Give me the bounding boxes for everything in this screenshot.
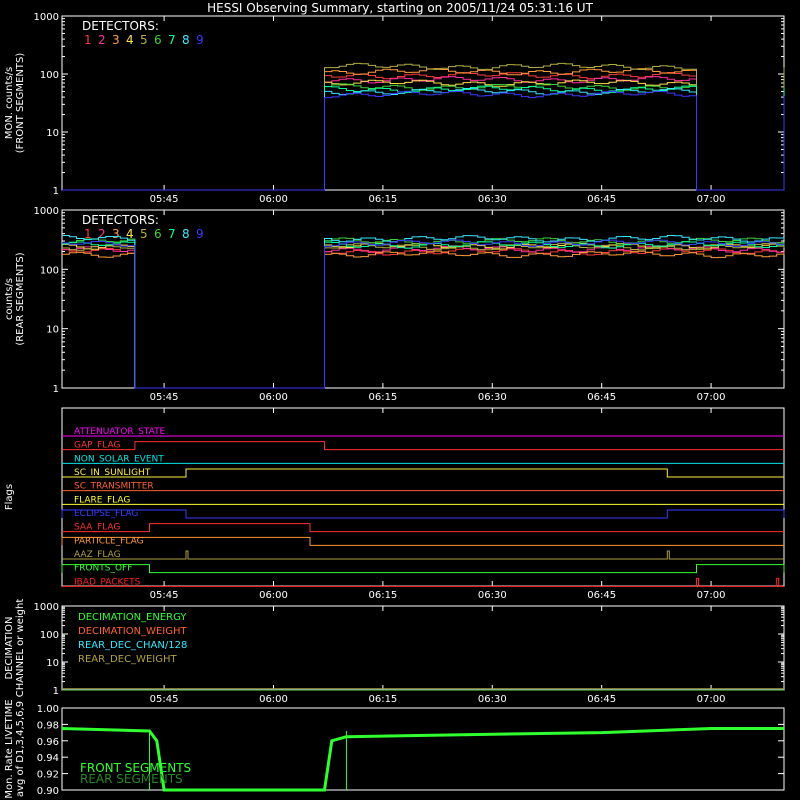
rear-rates-ytick-label-1: 10	[46, 325, 59, 336]
front-rates-legend-label-6: 6	[154, 33, 162, 47]
flags-xtick-label-3: 06:30	[478, 590, 507, 601]
front-rates-legend-label-5: 5	[140, 33, 148, 47]
rear-rates-legend-label-2: 2	[98, 227, 106, 241]
flags-xtick-label-4: 06:45	[587, 590, 616, 601]
flags-flag-4-label: SC_TRANSMITTER	[74, 482, 154, 492]
flags-ylabel-0: Flags	[4, 484, 15, 510]
rear-rates-xtick-label-3: 06:30	[478, 392, 507, 403]
rear-rates-xtick-label-2: 06:15	[368, 392, 397, 403]
rear-rates-legend-label-9: 9	[196, 227, 204, 241]
rear-rates-xtick-label-4: 06:45	[587, 392, 616, 403]
livetime-ylabel-0: Mon. Rate LIVETIME	[4, 699, 15, 798]
decimation-xtick-label-4: 06:45	[587, 694, 616, 705]
front-rates-xtick-label-2: 06:15	[368, 194, 397, 205]
front-rates-legend-label-4: 4	[126, 33, 134, 47]
decimation-xtick-label-2: 06:15	[368, 694, 397, 705]
front-rates-xtick-label-4: 06:45	[587, 194, 616, 205]
front-rates-legend-label-9: 9	[196, 33, 204, 47]
plot-title: HESSI Observing Summary, starting on 200…	[207, 1, 593, 15]
decimation-ytick-label-2: 100	[40, 630, 59, 641]
decimation-xtick-label-0: 05:45	[150, 694, 179, 705]
flags-flag-11-label: IBAD_PACKETS	[74, 577, 141, 587]
flags-xtick-label-5: 07:00	[697, 590, 726, 601]
flags-flag-5-label: FLARE_FLAG	[74, 495, 130, 505]
flags-xtick-label-1: 06:00	[259, 590, 288, 601]
front-rates-xtick-label-5: 07:00	[697, 194, 726, 205]
front-rates-ytick-label-2: 100	[40, 70, 59, 81]
flags-flag-1-label: GAP_FLAG	[74, 441, 120, 451]
decimation-legend-0: DECIMATION_ENERGY	[78, 612, 187, 623]
flags-flag-7-label: SAA_FLAG	[74, 523, 120, 533]
front-rates-xtick-label-1: 06:00	[259, 194, 288, 205]
front-rates-ytick-label-3: 1000	[34, 12, 59, 23]
front-rates-xtick-label-3: 06:30	[478, 194, 507, 205]
rear-rates-ylabel-0: counts/s	[4, 278, 15, 320]
front-rates-legend-title: DETECTORS:	[82, 19, 159, 33]
flags-flag-10-label: FRONTS_OFF	[74, 564, 132, 574]
decimation-legend-3: REAR_DEC_WEIGHT	[78, 654, 177, 665]
front-rates-legend-label-7: 7	[168, 33, 176, 47]
flags-xtick-label-2: 06:15	[368, 590, 397, 601]
flags-xtick-label-0: 05:45	[150, 590, 179, 601]
livetime-ytick-label-2: 0.94	[37, 753, 59, 764]
livetime-ylabel-1: avg of D1,3,4,5,6,9	[15, 701, 26, 797]
rear-rates-legend-label-6: 6	[154, 227, 162, 241]
decimation-xtick-label-5: 07:00	[697, 694, 726, 705]
decimation-ylabel-1: CHANNEL or weight	[15, 599, 26, 698]
decimation-legend-2: REAR_DEC_CHAN/128	[78, 640, 187, 651]
livetime-legend-1: REAR SEGMENTS	[80, 772, 183, 786]
front-rates-ylabel-0: MON. counts/s	[4, 67, 15, 139]
decimation-ylabel-0: DECIMATION	[4, 616, 15, 679]
decimation-legend-1: DECIMATION_WEIGHT	[78, 626, 187, 637]
livetime-ytick-label-1: 0.92	[37, 770, 59, 781]
flags-flag-8-label: PARTICLE_FLAG	[74, 536, 144, 546]
flags-flag-2-label: NON_SOLAR_EVENT	[74, 454, 164, 464]
rear-rates-legend-label-3: 3	[112, 227, 120, 241]
front-rates-legend-label-2: 2	[98, 33, 106, 47]
observing-summary-plot: HESSI Observing Summary, starting on 200…	[0, 0, 800, 800]
livetime-ytick-label-5: 1.00	[37, 704, 59, 715]
rear-rates-legend-label-7: 7	[168, 227, 176, 241]
front-rates-ytick-label-0: 1	[53, 186, 59, 197]
rear-rates-ylabel-1: (REAR SEGMENTS)	[15, 252, 26, 345]
decimation-ytick-label-1: 10	[46, 658, 59, 669]
flags-flag-3-label: SC_IN_SUNLIGHT	[74, 468, 151, 478]
decimation-xtick-label-3: 06:30	[478, 694, 507, 705]
rear-rates-ytick-label-2: 100	[40, 265, 59, 276]
decimation-xtick-label-1: 06:00	[259, 694, 288, 705]
flags-flag-9-label: AAZ_FLAG	[74, 550, 121, 560]
rear-rates-xtick-label-0: 05:45	[150, 392, 179, 403]
front-rates-legend-label-1: 1	[84, 33, 92, 47]
rear-rates-xtick-label-1: 06:00	[259, 392, 288, 403]
rear-rates-xtick-label-5: 07:00	[697, 392, 726, 403]
livetime-ytick-label-3: 0.96	[37, 737, 59, 748]
flags-flag-6-label: ECLIPSE_FLAG	[74, 509, 138, 519]
rear-rates-legend-label-8: 8	[182, 227, 190, 241]
decimation-ytick-label-3: 1000	[34, 602, 59, 613]
rear-rates-legend-title: DETECTORS:	[82, 213, 159, 227]
front-rates-ytick-label-1: 10	[46, 128, 59, 139]
decimation-ytick-label-0: 1	[53, 686, 59, 697]
rear-rates-ytick-label-0: 1	[53, 384, 59, 395]
front-rates-legend-label-8: 8	[182, 33, 190, 47]
flags-flag-0-label: ATTENUATOR_STATE	[74, 427, 166, 437]
rear-rates-ytick-label-3: 1000	[34, 206, 59, 217]
front-rates-ylabel-1: (FRONT SEGMENTS)	[15, 53, 26, 154]
front-rates-xtick-label-0: 05:45	[150, 194, 179, 205]
livetime-ytick-label-4: 0.98	[37, 720, 59, 731]
livetime-ytick-label-0: 0.90	[37, 786, 59, 797]
front-rates-legend-label-3: 3	[112, 33, 120, 47]
rear-rates-legend-label-5: 5	[140, 227, 148, 241]
